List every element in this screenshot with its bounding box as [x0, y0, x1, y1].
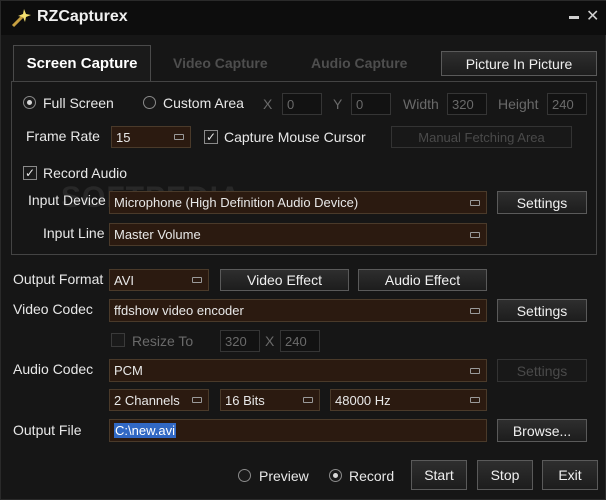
- record-audio-checkbox[interactable]: ✓: [23, 166, 37, 180]
- dropdown-icon: [303, 397, 313, 403]
- sample-rate-value: 48000 Hz: [335, 392, 391, 408]
- resize-height-value: 240: [285, 333, 307, 349]
- output-format-label: Output Format: [13, 271, 104, 287]
- video-codec-settings-button[interactable]: Settings: [497, 299, 587, 322]
- video-codec-label: Video Codec: [13, 301, 93, 317]
- dropdown-icon: [470, 397, 480, 403]
- browse-button[interactable]: Browse...: [497, 419, 587, 442]
- bits-select[interactable]: 16 Bits: [220, 389, 320, 411]
- width-label: Width: [403, 96, 439, 112]
- resize-height-input[interactable]: 240: [280, 330, 320, 352]
- output-format-select[interactable]: AVI: [109, 269, 209, 291]
- output-format-value: AVI: [114, 272, 134, 288]
- dropdown-icon: [470, 367, 480, 374]
- frame-rate-select[interactable]: 15: [111, 126, 191, 148]
- resize-width-input[interactable]: 320: [220, 330, 260, 352]
- dropdown-icon: [470, 231, 480, 238]
- frame-rate-value: 15: [116, 129, 131, 145]
- x-input[interactable]: 0: [282, 93, 322, 115]
- mouse-cursor-label: Capture Mouse Cursor: [224, 129, 366, 145]
- output-file-label: Output File: [13, 422, 82, 438]
- audio-codec-select[interactable]: PCM: [109, 359, 487, 382]
- preview-radio[interactable]: [238, 469, 251, 482]
- sample-rate-select[interactable]: 48000 Hz: [330, 389, 487, 411]
- tab-audio-capture[interactable]: Audio Capture: [311, 55, 407, 71]
- resize-x-label: X: [265, 333, 275, 349]
- minimize-icon[interactable]: [569, 7, 579, 19]
- input-line-value: Master Volume: [114, 227, 201, 242]
- resize-checkbox[interactable]: [111, 333, 125, 347]
- height-value: 240: [552, 96, 574, 112]
- dropdown-icon: [192, 397, 202, 403]
- record-radio[interactable]: [329, 469, 342, 482]
- y-input[interactable]: 0: [351, 93, 391, 115]
- video-effect-button[interactable]: Video Effect: [220, 269, 349, 291]
- input-device-label: Input Device: [28, 192, 106, 208]
- full-screen-label: Full Screen: [43, 95, 114, 111]
- close-icon[interactable]: ✕: [586, 6, 599, 26]
- exit-button[interactable]: Exit: [542, 460, 598, 490]
- start-button[interactable]: Start: [411, 460, 467, 490]
- resize-label: Resize To: [132, 333, 194, 349]
- height-label: Height: [498, 96, 539, 112]
- audio-codec-label: Audio Codec: [13, 361, 94, 377]
- height-input[interactable]: 240: [547, 93, 587, 115]
- full-screen-radio[interactable]: [23, 96, 36, 109]
- width-input[interactable]: 320: [447, 93, 487, 115]
- input-line-select[interactable]: Master Volume: [109, 223, 487, 246]
- x-label: X: [263, 96, 273, 112]
- stop-button[interactable]: Stop: [477, 460, 533, 490]
- input-device-value: Microphone (High Definition Audio Device…: [114, 195, 359, 210]
- video-codec-value: ffdshow video encoder: [114, 303, 244, 318]
- video-codec-select[interactable]: ffdshow video encoder: [109, 299, 487, 322]
- bits-value: 16 Bits: [225, 392, 265, 408]
- dropdown-icon: [174, 134, 184, 140]
- resize-width-value: 320: [225, 333, 247, 349]
- channels-value: 2 Channels: [114, 392, 180, 408]
- tab-screen-capture[interactable]: Screen Capture: [13, 45, 151, 81]
- record-label: Record: [349, 468, 395, 484]
- picture-in-picture-button[interactable]: Picture In Picture: [441, 51, 597, 76]
- audio-codec-settings-button[interactable]: Settings: [497, 359, 587, 382]
- dropdown-icon: [470, 199, 480, 206]
- input-device-select[interactable]: Microphone (High Definition Audio Device…: [109, 191, 487, 214]
- custom-area-label: Custom Area: [163, 95, 244, 111]
- frame-rate-label: Frame Rate: [26, 128, 100, 144]
- preview-label: Preview: [259, 468, 309, 484]
- x-value: 0: [287, 96, 295, 112]
- y-value: 0: [356, 96, 364, 112]
- mouse-cursor-checkbox[interactable]: ✓: [204, 130, 218, 144]
- audio-effect-button[interactable]: Audio Effect: [358, 269, 487, 291]
- manual-fetching-area-button[interactable]: Manual Fetching Area: [391, 126, 572, 148]
- input-settings-button[interactable]: Settings: [497, 191, 587, 214]
- app-title: RZCapturex: [37, 8, 128, 25]
- tab-video-capture[interactable]: Video Capture: [173, 55, 268, 71]
- app-logo-icon: [9, 7, 31, 29]
- y-label: Y: [333, 96, 343, 112]
- channels-select[interactable]: 2 Channels: [109, 389, 209, 411]
- dropdown-icon: [192, 277, 202, 283]
- output-file-input[interactable]: C:\new.avi: [109, 419, 487, 442]
- audio-codec-value: PCM: [114, 363, 143, 378]
- app-window: RZCapturex ✕ Screen Capture Video Captur…: [0, 0, 606, 500]
- width-value: 320: [452, 96, 474, 112]
- custom-area-radio[interactable]: [143, 96, 156, 109]
- dropdown-icon: [470, 307, 480, 314]
- record-audio-label: Record Audio: [43, 165, 128, 181]
- input-line-label: Input Line: [43, 225, 105, 241]
- output-file-value: C:\new.avi: [114, 423, 176, 438]
